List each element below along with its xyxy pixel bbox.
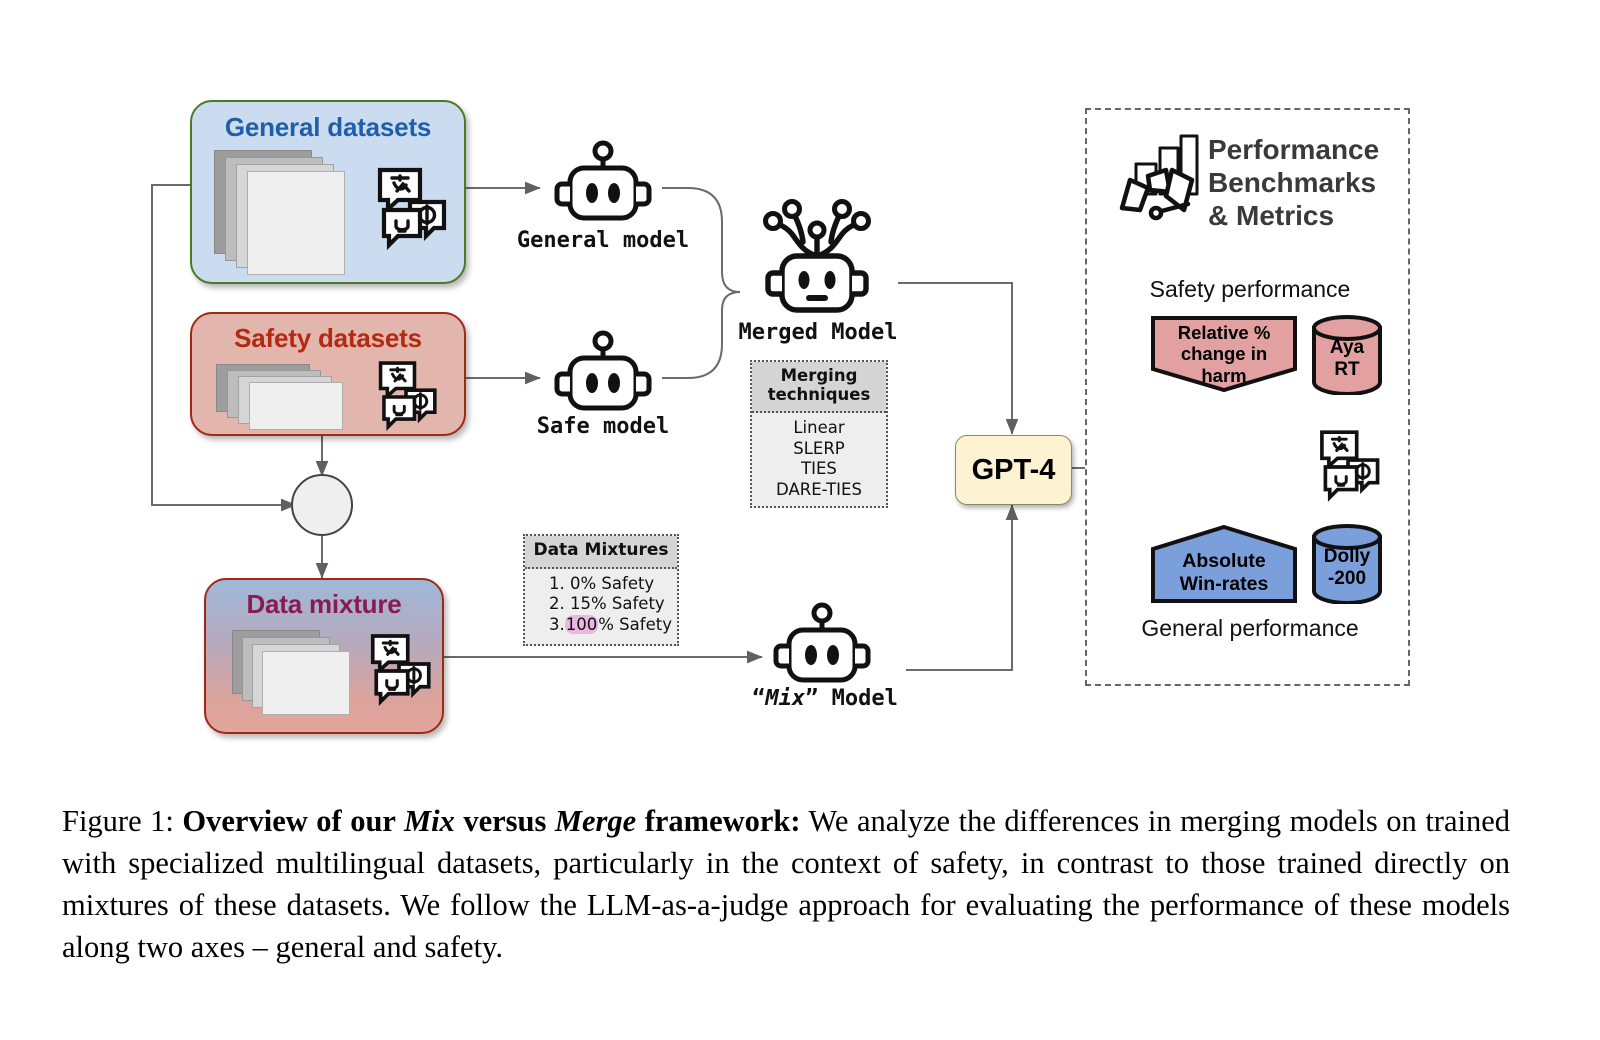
mix-model-name: Mix <box>765 686 806 711</box>
figure-caption: Figure 1: Overview of our Mix versus Mer… <box>62 800 1510 968</box>
multilingual-chat-icon <box>377 167 447 251</box>
merging-item: SLERP <box>793 438 845 458</box>
data-mixture-title: Data mixture <box>246 589 402 619</box>
caption-prefix: Figure 1: <box>62 804 174 838</box>
multilingual-chat-icon <box>378 361 437 431</box>
mix-quote-close: ” <box>805 686 819 711</box>
merging-techniques-box: Merging techniques Linear SLERP TIES DAR… <box>750 360 888 508</box>
multilingual-chat-icon <box>370 634 431 707</box>
gauge-bars-icon <box>1119 134 1199 221</box>
harm-metric-shape[interactable]: Relative % change in harm <box>1150 315 1298 393</box>
robot-head-icon <box>554 330 652 411</box>
data-mixture-item: 3.100% Safety <box>527 614 675 636</box>
mixture-number: 1. <box>549 573 565 593</box>
caption-bold-2: versus <box>454 804 555 838</box>
mixture-text: % Safety <box>598 614 672 634</box>
merging-item: DARE-TIES <box>776 479 862 499</box>
general-model-label: General model <box>516 228 690 253</box>
robot-head-icon <box>773 602 871 683</box>
multilingual-chat-icon <box>1320 430 1380 502</box>
panel-heading-line1: Performance <box>1208 134 1380 165</box>
mixture-text: 15% Safety <box>570 594 665 614</box>
general-performance-label: General performance <box>1141 615 1359 641</box>
data-mixture-card[interactable]: Data mixture <box>204 578 444 734</box>
data-mixtures-header: Data Mixtures <box>525 536 677 569</box>
gpt4-label: GPT-4 <box>971 453 1056 486</box>
gpt4-judge-box[interactable]: GPT-4 <box>955 435 1072 505</box>
safety-performance-label: Safety performance <box>1149 276 1351 302</box>
document-stack-icon <box>214 150 364 275</box>
general-datasets-title: General datasets <box>224 112 432 142</box>
data-mixtures-box: Data Mixtures 1. 0% Safety 2. 15% Safety… <box>523 534 679 646</box>
data-mixtures-list: 1. 0% Safety 2. 15% Safety 3.100% Safety <box>525 569 677 642</box>
document-stack-icon <box>216 364 366 430</box>
plus-circle-icon <box>291 474 353 536</box>
general-datasets-card[interactable]: General datasets <box>190 100 466 284</box>
robot-head-network-icon <box>763 199 871 313</box>
mix-model-suffix: Model <box>818 686 898 711</box>
winrate-metric-shape[interactable]: Absolute Win-rates <box>1150 524 1298 604</box>
caption-merge: Merge <box>554 804 637 838</box>
merging-header-line1: Merging <box>780 366 858 385</box>
figure-1-root: General datasets Safety datasets Data mi… <box>0 0 1600 1040</box>
merging-techniques-list: Linear SLERP TIES DARE-TIES <box>752 413 886 507</box>
data-mixture-item: 1. 0% Safety <box>527 574 675 595</box>
merging-header-line2: techniques <box>767 384 871 404</box>
mixture-number: 3. <box>549 614 565 634</box>
document-stack-icon <box>232 630 368 722</box>
mixture-highlight: 100 <box>564 614 599 634</box>
dolly-200-dataset-shape[interactable]: Dolly -200 <box>1311 524 1383 604</box>
caption-bold-3: framework: <box>636 804 801 838</box>
safety-datasets-card[interactable]: Safety datasets <box>190 312 466 436</box>
caption-mix: Mix <box>403 804 455 838</box>
merging-item: Linear <box>793 417 845 437</box>
panel-heading-line3: & Metrics <box>1208 200 1335 232</box>
safe-model-label: Safe model <box>536 414 670 439</box>
caption-bold-1: Overview of our <box>182 804 404 838</box>
merged-model-label: Merged Model <box>738 320 898 345</box>
evaluation-panel-heading: Performance Benchmarks & Metrics <box>1208 133 1379 232</box>
mixture-text: 0% Safety <box>570 573 655 593</box>
mix-model-label: “Mix” Model <box>730 686 920 711</box>
safety-datasets-title: Safety datasets <box>234 323 422 353</box>
merging-item: TIES <box>801 459 837 479</box>
panel-heading-line2: Benchmarks <box>1208 167 1377 199</box>
mix-quote-open: “ <box>752 686 766 711</box>
merging-techniques-header: Merging techniques <box>752 362 886 413</box>
aya-rt-dataset-shape[interactable]: Aya RT <box>1311 315 1383 395</box>
data-mixture-item: 2. 15% Safety <box>527 594 675 615</box>
mixture-number: 2. <box>549 594 565 614</box>
robot-head-icon <box>554 140 652 221</box>
